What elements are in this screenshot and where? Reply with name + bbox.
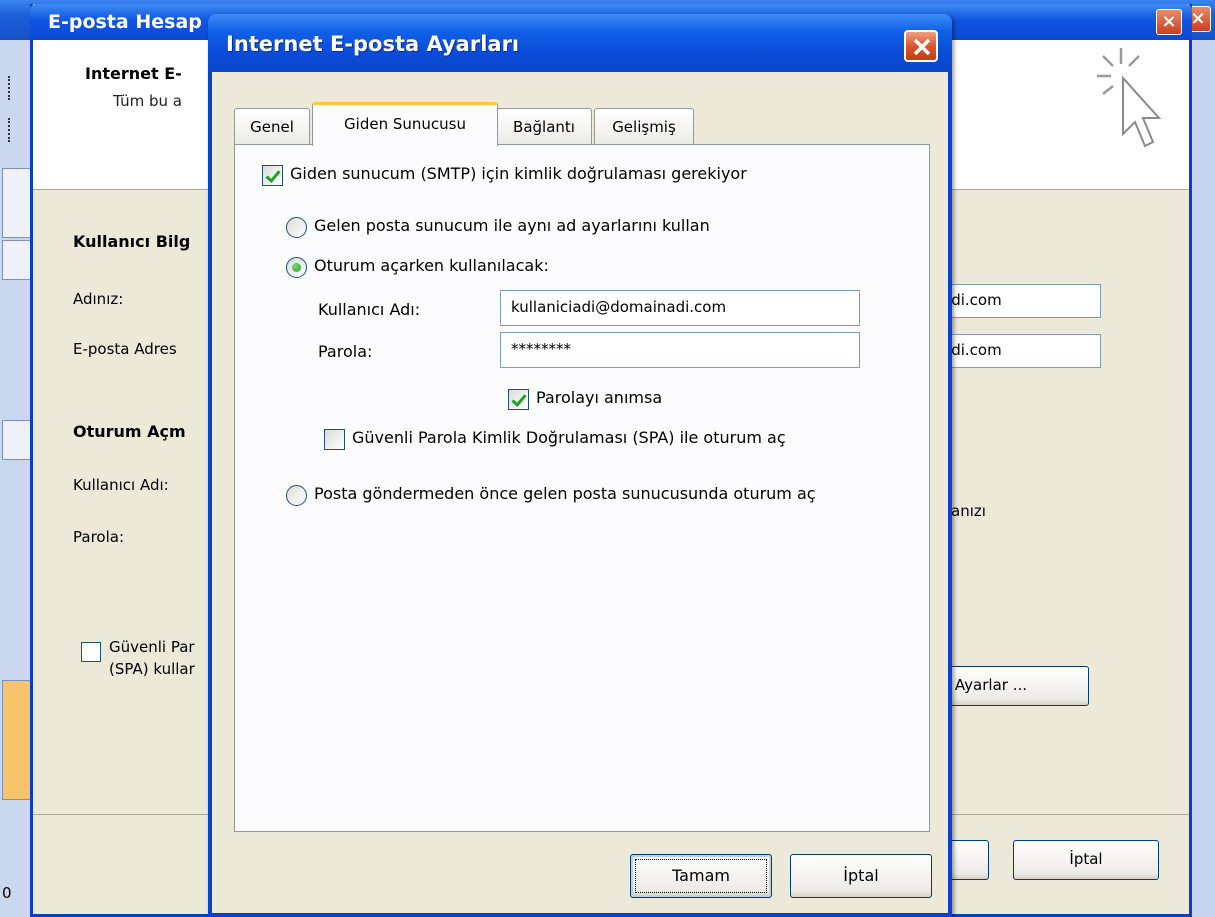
account-dialog-title: E-posta Hesap [48,11,202,33]
logon-section-title: Oturum Açm [73,422,186,441]
account-spa-label-2: (SPA) kullar [109,660,195,678]
password-input[interactable]: ******** [500,332,860,368]
tab-general[interactable]: Genel [234,108,310,144]
ok-button-focus-ring [635,859,767,893]
tab-outgoing-server-label: Giden Sunucusu [344,115,466,133]
dialog-title-bar: Internet E-posta Ayarları [208,14,952,72]
tab-connection-label: Bağlantı [513,118,575,136]
account-cancel-label: İptal [1069,850,1103,868]
dialog-close-button[interactable] [904,30,938,62]
logon-using-radio[interactable] [286,257,307,278]
account-cancel-button[interactable]: İptal [1013,840,1159,880]
spa-label: Güvenli Parola Kimlik Doğrulaması (SPA) … [352,428,786,447]
username-label: Kullanıcı Adı: [318,300,421,319]
remember-password-label: Parolayı anımsa [536,388,663,407]
remember-password-checkbox[interactable] [508,389,529,410]
account-header-title: Internet E- [85,64,182,83]
same-settings-radio[interactable] [286,217,307,238]
tab-advanced[interactable]: Gelişmiş [594,108,694,144]
tab-advanced-label: Gelişmiş [612,118,676,136]
account-header-subtitle: Tüm bu a [113,92,182,110]
account-right-text: anızı [951,502,986,520]
password-label: Parola: [318,342,373,361]
email-field[interactable]: adi.com [933,334,1101,368]
logon-before-sending-label: Posta göndermeden önce gelen posta sunuc… [314,484,816,503]
status-bar-text: 0 [2,884,12,902]
account-username-label: Kullanıcı Adı: [73,476,169,494]
cursor-click-icon [1097,48,1162,148]
close-icon [913,38,931,56]
same-settings-label: Gelen posta sunucum ile aynı ad ayarları… [314,216,710,235]
logon-before-sending-radio[interactable] [286,485,307,506]
account-spa-label-1: Güvenli Par [109,638,195,656]
cancel-button[interactable]: İptal [790,854,932,898]
account-spa-checkbox[interactable] [81,642,101,662]
spa-checkbox[interactable] [324,429,345,450]
internet-email-settings-dialog: Internet E-posta Ayarları Genel Giden Su… [208,14,952,917]
tab-general-label: Genel [250,118,294,136]
more-settings-label: r Ayarlar ... [944,676,1028,694]
account-password-label: Parola: [73,528,124,546]
smtp-auth-checkbox[interactable] [262,165,283,186]
logon-using-label: Oturum açarken kullanılacak: [314,256,549,275]
username-input[interactable]: kullaniciadi@domainadi.com [500,290,860,326]
email-label: E-posta Adres [73,340,177,358]
tab-outgoing-server[interactable]: Giden Sunucusu [312,102,498,146]
name-field[interactable]: adi.com [933,284,1101,318]
user-info-section-title: Kullanıcı Bilg [73,232,191,251]
ok-button[interactable]: Tamam [630,854,772,898]
password-value: ******** [511,340,571,358]
smtp-auth-label: Giden sunucum (SMTP) için kimlik doğrula… [290,164,747,183]
cancel-button-label: İptal [843,866,879,885]
name-label: Adınız: [73,290,124,308]
tab-connection[interactable]: Bağlantı [496,108,592,144]
account-close-button[interactable]: × [1156,9,1182,35]
toolbar-grip[interactable] [8,118,14,142]
toolbar-grip[interactable] [8,76,14,100]
dialog-title: Internet E-posta Ayarları [226,32,520,56]
username-value: kullaniciadi@domainadi.com [511,298,727,316]
